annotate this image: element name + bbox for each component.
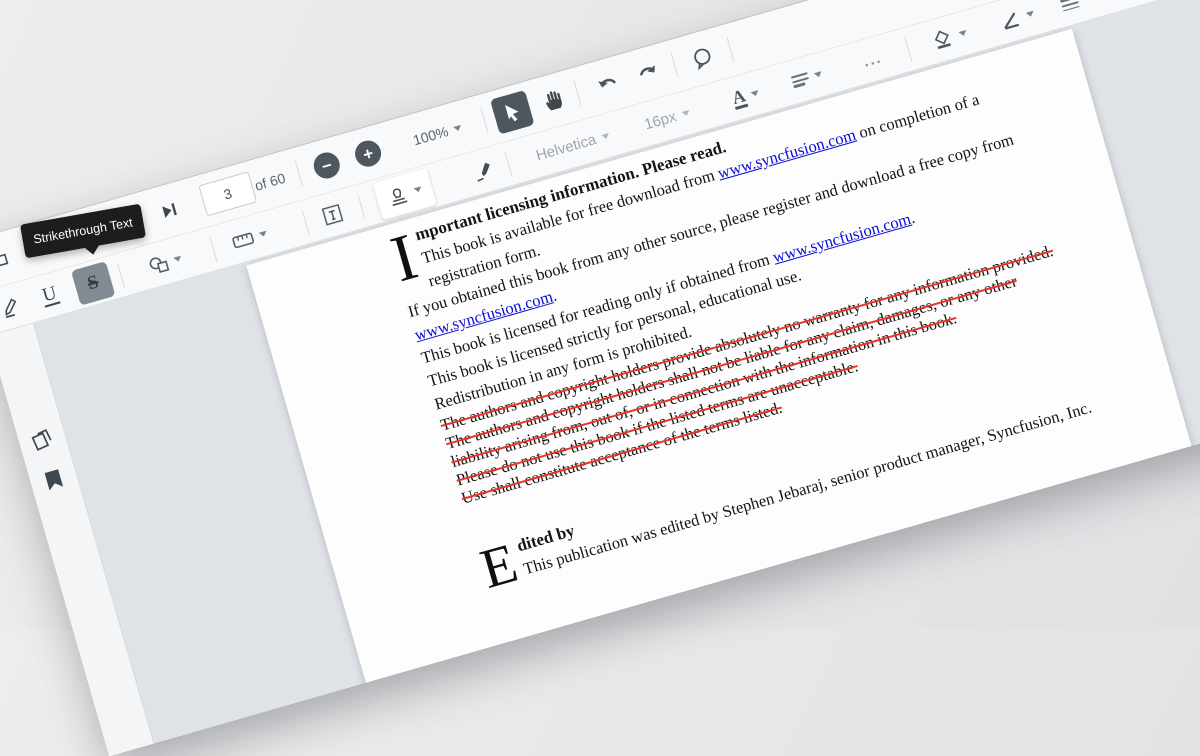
ruler-icon — [232, 232, 254, 248]
toolbar-divider — [573, 80, 582, 107]
ink-pen-icon — [477, 162, 490, 182]
bookmark-panel-button[interactable] — [40, 465, 68, 494]
toolbar-divider — [904, 36, 913, 62]
bookmark-icon — [44, 469, 64, 491]
pdf-viewer-app: of 60 − + 100% — [0, 0, 1200, 756]
undo-button[interactable] — [595, 73, 621, 96]
line-stroke-icon — [1004, 11, 1019, 30]
redo-button[interactable] — [635, 62, 661, 85]
free-text-icon — [321, 203, 344, 226]
chevron-down-icon — [173, 255, 183, 263]
highlight-tool-button[interactable] — [0, 294, 23, 319]
toolbar-divider — [726, 37, 735, 63]
stroke-color-dropdown[interactable] — [997, 4, 1037, 31]
thickness-icon — [1059, 0, 1080, 14]
minus-icon: − — [310, 149, 343, 182]
thickness-dropdown[interactable] — [1059, 0, 1094, 14]
pages-copy-icon — [31, 429, 52, 451]
text-align-dropdown[interactable] — [790, 66, 824, 90]
ink-tool-button[interactable] — [470, 157, 497, 184]
chevron-down-icon — [258, 230, 268, 238]
strikethrough-icon: S — [84, 270, 101, 294]
toolbar-divider — [209, 235, 218, 262]
text-align-icon — [790, 70, 811, 91]
cursor-icon — [504, 104, 519, 122]
zoom-level-value: 100% — [411, 123, 450, 149]
last-page-button[interactable] — [159, 201, 180, 221]
underline-tool-button[interactable]: U — [39, 282, 61, 309]
chevron-down-icon — [1082, 0, 1093, 2]
zoom-level-dropdown[interactable]: 100% — [411, 119, 463, 148]
font-size-dropdown[interactable]: 16px — [642, 104, 691, 133]
toolbar-divider — [357, 193, 366, 219]
comment-button[interactable] — [689, 44, 716, 71]
chevron-down-icon — [1025, 10, 1035, 18]
strikethrough-tool-button[interactable]: S — [70, 260, 116, 306]
chevron-down-icon — [452, 124, 462, 132]
highlight-pen-icon — [5, 297, 17, 318]
tooltip-label: Strikethrough Text — [32, 215, 134, 247]
zoom-out-button[interactable]: − — [310, 149, 343, 182]
folder-open-icon — [0, 253, 9, 269]
chevron-down-icon — [413, 186, 423, 194]
chevron-down-icon — [813, 71, 823, 79]
stamp-icon — [392, 187, 408, 206]
font-size-value: 16px — [642, 107, 679, 133]
toolbar-divider — [116, 262, 126, 288]
measure-dropdown-button[interactable] — [230, 225, 269, 250]
open-file-button[interactable] — [0, 247, 10, 272]
page-count-label: of 60 — [252, 169, 288, 194]
toolbar-divider — [504, 151, 513, 177]
chevron-down-icon — [958, 29, 968, 37]
page-number-input[interactable] — [198, 171, 258, 217]
last-page-icon — [162, 203, 177, 218]
pan-tool-button[interactable] — [540, 87, 565, 114]
shapes-icon — [149, 256, 170, 273]
text-properties-more-button[interactable]: ... — [861, 49, 883, 70]
toolbar-divider — [480, 107, 489, 133]
undo-icon — [598, 78, 617, 88]
zoom-in-button[interactable]: + — [352, 137, 385, 170]
shapes-dropdown-button[interactable] — [146, 248, 184, 276]
plus-icon: + — [352, 137, 385, 170]
font-family-value: Helvetica — [534, 130, 599, 164]
chevron-down-icon — [750, 89, 760, 97]
fill-color-dropdown[interactable] — [930, 23, 970, 52]
chevron-down-icon — [600, 132, 610, 140]
toolbar-divider — [670, 53, 679, 79]
free-text-tool-button[interactable] — [320, 202, 345, 227]
font-color-icon: A — [729, 84, 749, 110]
chevron-down-icon — [680, 109, 691, 117]
font-color-dropdown[interactable]: A — [730, 82, 762, 110]
toolbar-divider — [301, 209, 310, 235]
organize-pages-button[interactable] — [27, 425, 57, 455]
underline-icon: U — [39, 282, 61, 309]
redo-icon — [639, 65, 656, 76]
hand-icon — [546, 91, 562, 111]
fill-color-icon — [934, 29, 951, 49]
page-number-field[interactable] — [198, 171, 258, 217]
text-selection-tool-button[interactable] — [490, 89, 535, 135]
toolbar-divider — [294, 160, 303, 187]
font-family-dropdown[interactable]: Helvetica — [534, 127, 611, 164]
comment-bubble-icon — [694, 48, 711, 71]
